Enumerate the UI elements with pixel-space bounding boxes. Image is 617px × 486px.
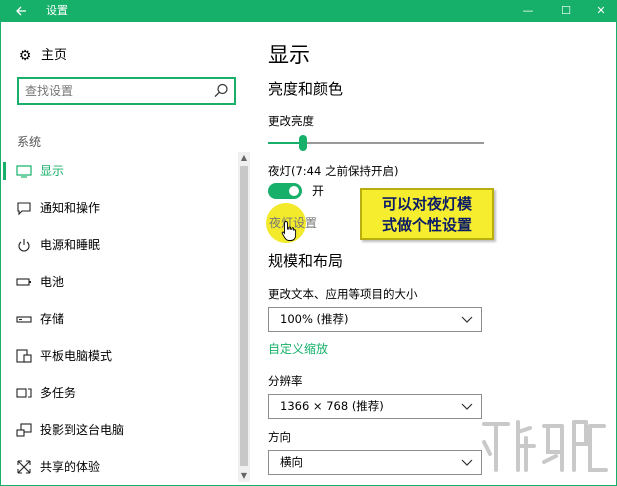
callout-line-1: 可以对夜灯模 [381,195,472,213]
sidebar-item-battery[interactable]: 电池 [0,269,236,295]
back-arrow-icon [16,6,26,16]
storage-icon [16,316,32,323]
orientation-value: 横向 [280,455,303,469]
power-icon [18,239,30,252]
home-label: 主页 [41,48,68,63]
search-box[interactable] [17,77,236,105]
sidebar-item-tablet-mode[interactable]: 平板电脑模式 [0,343,236,369]
toggle-state-label: 开 [312,184,325,198]
project-icon [16,423,32,437]
sidebar-item-shared-experiences[interactable]: 共享的体验 [0,454,236,480]
sidebar-item-label: 电池 [40,275,65,289]
brightness-label: 更改亮度 [268,114,314,128]
chevron-down-icon [461,316,473,323]
annotation-callout: 可以对夜灯模 式做个性设置 [360,188,494,240]
slider-thumb[interactable] [299,135,307,151]
sidebar-item-label: 显示 [40,164,65,178]
sidebar-item-notifications[interactable]: 通知和操作 [0,195,236,221]
callout-line-2: 式做个性设置 [381,216,472,234]
search-icon[interactable] [213,82,229,100]
scale-layout-heading: 规模和布局 [268,252,344,270]
page-title: 显示 [268,43,310,67]
resolution-value: 1366 × 768 (推荐) [280,399,384,413]
hand-cursor-icon [281,221,297,241]
multitask-icon [16,388,32,398]
orientation-label: 方向 [268,430,291,444]
sidebar-item-label: 存储 [40,312,65,326]
brightness-slider[interactable] [268,135,484,151]
sidebar-item-label: 通知和操作 [40,201,101,215]
watermark-logo [482,420,608,472]
resolution-label: 分辨率 [268,374,303,388]
custom-scaling-link[interactable]: 自定义缩放 [268,341,328,357]
chevron-down-icon [461,459,473,466]
night-light-label: 夜灯(7:44 之前保持开启) [268,164,399,178]
sidebar-item-label: 投影到这台电脑 [40,423,125,437]
back-button[interactable] [0,0,42,22]
sidebar-item-power[interactable]: 电源和睡眠 [0,232,236,258]
scale-select[interactable]: 100% (推荐) [268,307,482,332]
gear-icon: ⚙ [18,48,32,64]
scroll-down-arrow-icon[interactable]: ▼ [238,470,250,482]
battery-icon [16,278,31,286]
sidebar-item-multitasking[interactable]: 多任务 [0,380,236,406]
chevron-down-icon [461,403,473,410]
sidebar-item-display[interactable]: 显示 [0,158,236,184]
section-label: 系统 [17,135,42,149]
selection-indicator [3,162,6,180]
text-size-label: 更改文本、应用等项目的大小 [268,287,418,301]
slider-fill [268,142,299,144]
sidebar-item-label: 多任务 [40,386,77,400]
tablet-icon [16,349,32,363]
sidebar-scrollbar[interactable]: ▲ ▼ [238,152,250,482]
window-title: 设置 [46,4,68,17]
message-icon [17,202,31,216]
orientation-select[interactable]: 横向 [268,450,482,475]
monitor-icon [16,165,32,178]
share-icon [17,460,31,474]
night-light-toggle[interactable] [268,183,302,199]
resolution-select[interactable]: 1366 × 768 (推荐) [268,394,482,419]
sidebar-item-label: 共享的体验 [40,460,101,474]
toggle-knob [289,186,299,196]
sidebar-item-label: 平板电脑模式 [40,349,113,363]
scale-value: 100% (推荐) [280,312,349,326]
sidebar-item-storage[interactable]: 存储 [0,306,236,332]
scrollbar-thumb[interactable] [240,166,248,466]
scroll-up-arrow-icon[interactable]: ▲ [238,152,250,164]
brightness-heading: 亮度和颜色 [268,80,344,98]
sidebar-item-project[interactable]: 投影到这台电脑 [0,417,236,443]
search-input[interactable] [25,82,205,100]
sidebar-item-label: 电源和睡眠 [40,238,101,252]
